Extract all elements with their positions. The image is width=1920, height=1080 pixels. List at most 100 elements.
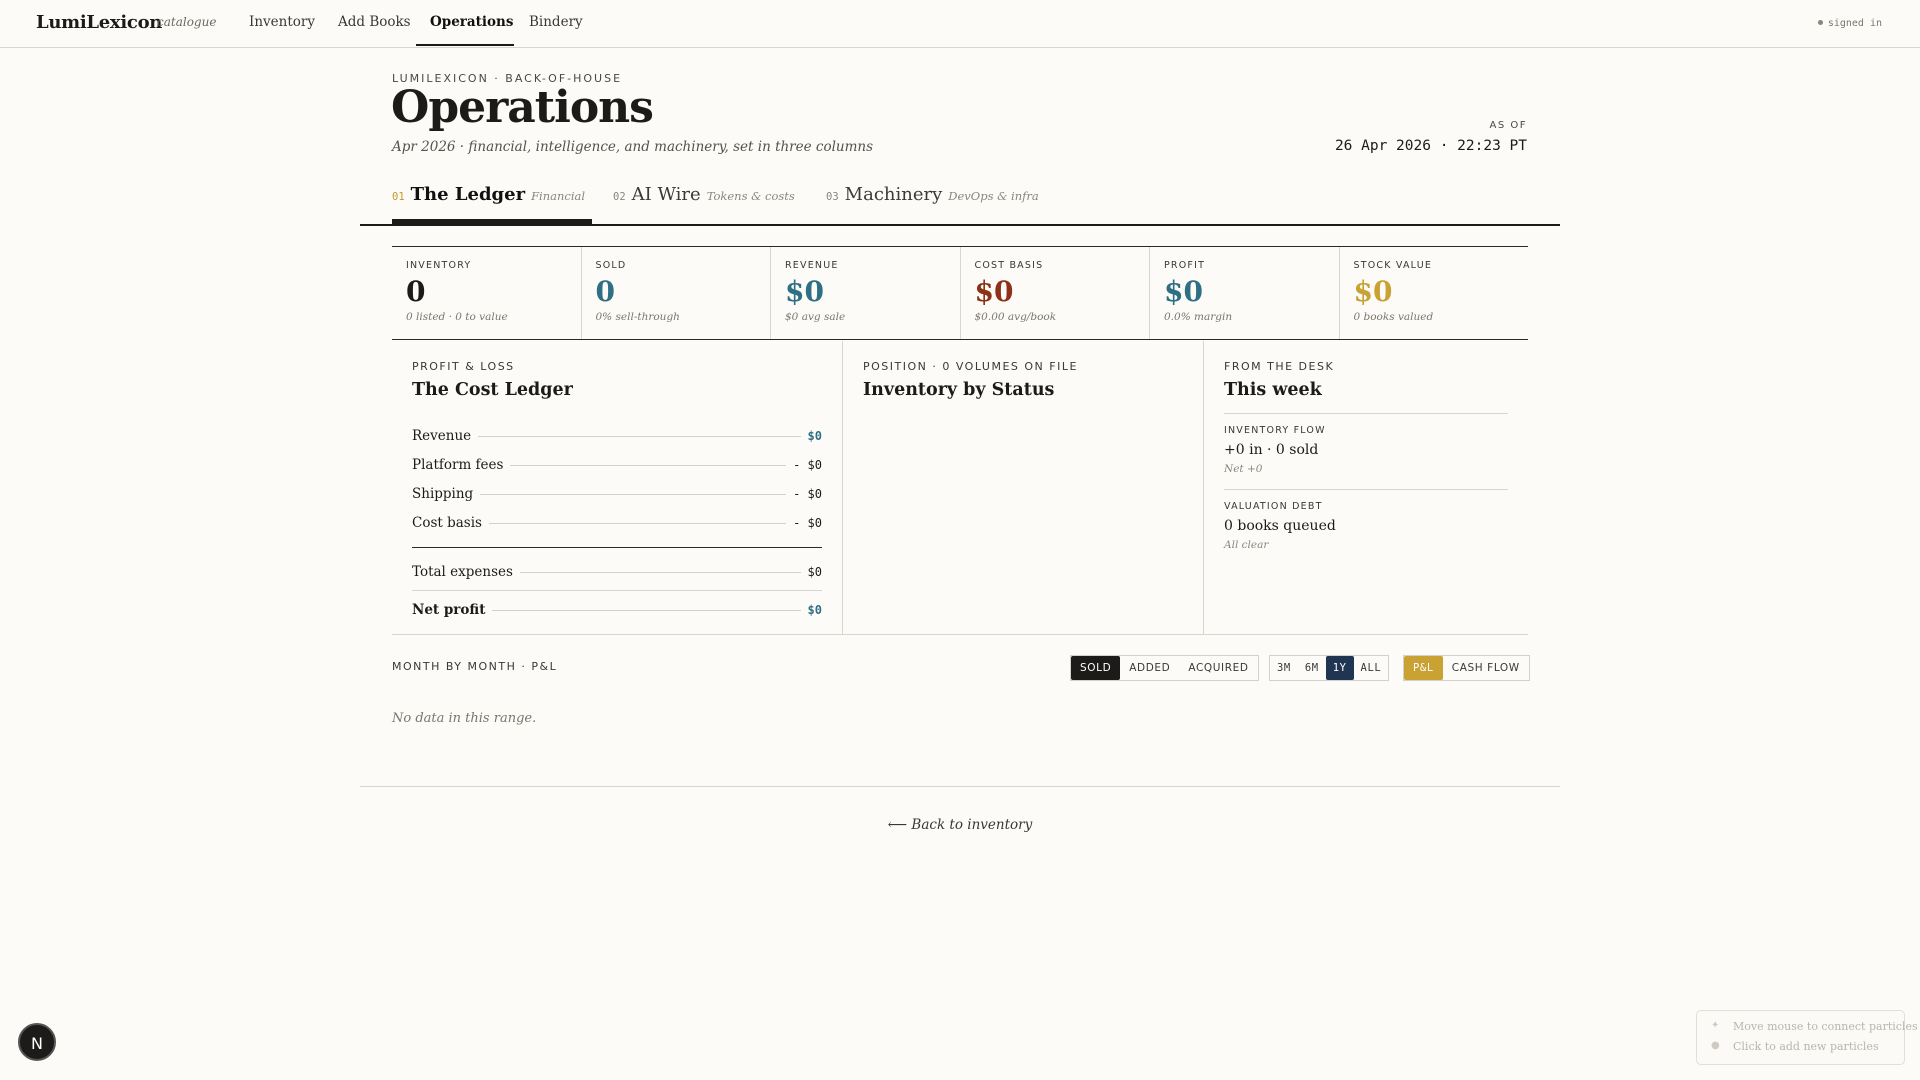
range-option-3m[interactable]: 3M xyxy=(1270,656,1298,680)
ledger-amount: $0 xyxy=(807,564,822,579)
desk-note: All clear xyxy=(1224,539,1269,551)
auth-status-text: signed in xyxy=(1827,18,1882,29)
tab-name: Machinery xyxy=(844,184,943,205)
as-of-timestamp: 26 Apr 2026 · 22:23 PT xyxy=(1334,138,1527,154)
stat-label: INVENTORY xyxy=(406,260,472,271)
ledger-row-revenue: Revenue $0 xyxy=(412,421,822,450)
tab-ai-wire[interactable]: 02 AI Wire Tokens & costs xyxy=(613,184,795,205)
nav-link-add-books[interactable]: Add Books xyxy=(338,14,411,30)
ledger-label: Shipping xyxy=(412,485,474,502)
leader-line xyxy=(488,523,787,524)
panels-row: PROFIT & LOSS The Cost Ledger Revenue $0 … xyxy=(392,341,1528,635)
stat-label: STOCK VALUE xyxy=(1353,260,1433,271)
stat-value: $0 xyxy=(1164,275,1203,308)
position-eyebrow: POSITION · 0 VOLUMES ON FILE xyxy=(863,360,1078,373)
brand-subtitle: catalogue xyxy=(157,15,217,29)
ledger-label: Total expenses xyxy=(412,563,513,580)
ledger-row-shipping: Shipping - $0 xyxy=(412,479,822,508)
tab-number: 03 xyxy=(826,191,839,203)
stat-inventory: INVENTORY 0 0 listed · 0 to value xyxy=(392,247,581,339)
pnl-panel: PROFIT & LOSS The Cost Ledger Revenue $0 … xyxy=(392,341,843,634)
desk-label: INVENTORY FLOW xyxy=(1224,425,1326,436)
desk-label: VALUATION DEBT xyxy=(1224,501,1323,512)
stat-value: $0 xyxy=(1353,275,1393,308)
stat-label: SOLD xyxy=(595,260,627,271)
view-option-pnl[interactable]: P&L xyxy=(1404,656,1443,680)
top-nav: LumiLexicon catalogue Inventory Add Book… xyxy=(0,0,1920,48)
stat-note: 0 listed · 0 to value xyxy=(406,311,508,323)
stat-note: 0 books valued xyxy=(1353,311,1434,323)
stat-label: COST BASIS xyxy=(974,260,1044,271)
nav-link-operations[interactable]: Operations xyxy=(430,14,513,30)
leader-line xyxy=(478,436,801,437)
desk-panel: FROM THE DESK This week INVENTORY FLOW +… xyxy=(1204,341,1528,634)
leader-line xyxy=(480,494,787,495)
stat-note: $0.00 avg/book xyxy=(974,311,1057,323)
range-option-6m[interactable]: 6M xyxy=(1298,656,1326,680)
stat-profit: PROFIT $0 0.0% margin xyxy=(1149,247,1339,339)
desk-note: Net +0 xyxy=(1224,463,1263,475)
n-avatar-button[interactable]: N xyxy=(18,1023,56,1061)
leader-line xyxy=(510,465,787,466)
tab-name: The Ledger xyxy=(410,184,526,205)
tab-divider xyxy=(360,224,1560,226)
view-option-cash-flow[interactable]: CASH FLOW xyxy=(1443,656,1529,680)
sparkle-icon: ✦ xyxy=(1711,1020,1720,1031)
pnl-eyebrow: PROFIT & LOSS xyxy=(412,360,515,373)
stat-value: 0 xyxy=(595,275,615,308)
leader-line xyxy=(492,610,801,611)
auth-status: signed in xyxy=(1817,18,1882,29)
brand-logo[interactable]: LumiLexicon xyxy=(36,12,162,33)
metric-toggle: SOLD ADDED ACQUIRED xyxy=(1070,655,1259,681)
pnl-title: The Cost Ledger xyxy=(412,380,573,400)
nav-link-bindery[interactable]: Bindery xyxy=(529,14,583,30)
metric-option-acquired[interactable]: ACQUIRED xyxy=(1179,656,1257,680)
tab-number: 01 xyxy=(392,191,405,203)
page-title: Operations xyxy=(391,82,654,133)
stat-revenue: REVENUE $0 $0 avg sale xyxy=(770,247,960,339)
range-toggle: 3M 6M 1Y ALL xyxy=(1269,655,1390,681)
desk-value: +0 in · 0 sold xyxy=(1224,442,1319,458)
tab-the-ledger[interactable]: 01 The Ledger Financial xyxy=(392,184,585,205)
nav-link-inventory[interactable]: Inventory xyxy=(249,14,315,30)
stat-strip: INVENTORY 0 0 listed · 0 to value SOLD 0… xyxy=(392,246,1528,340)
ledger-label: Revenue xyxy=(412,427,472,444)
as-of-label: AS OF xyxy=(1489,120,1527,131)
stat-value: $0 xyxy=(785,275,824,308)
hint-line-2: Click to add new particles xyxy=(1733,1040,1879,1053)
stat-note: $0 avg sale xyxy=(785,311,846,323)
ledger-amount: - $0 xyxy=(793,457,822,472)
ledger-divider-thin xyxy=(412,590,822,591)
ledger-row-platform-fees: Platform fees - $0 xyxy=(412,450,822,479)
ledger-label: Cost basis xyxy=(412,514,482,531)
tab-description: DevOps & infra xyxy=(948,189,1039,203)
tab-description: Tokens & costs xyxy=(706,189,795,203)
ledger-row-cost-basis: Cost basis - $0 xyxy=(412,508,822,537)
hint-line-1: Move mouse to connect particles xyxy=(1733,1020,1918,1033)
ledger-amount: - $0 xyxy=(793,515,822,530)
tab-description: Financial xyxy=(531,189,586,203)
tab-name: AI Wire xyxy=(631,184,701,205)
status-dot-icon xyxy=(1817,19,1823,25)
nav-active-indicator xyxy=(416,44,514,46)
stat-note: 0.0% margin xyxy=(1164,311,1233,323)
cost-ledger: Revenue $0 Platform fees - $0 Shipping - $0… xyxy=(412,421,822,624)
stat-cost-basis: COST BASIS $0 $0.00 avg/book xyxy=(959,247,1150,339)
back-to-inventory-link[interactable]: ⟵ Back to inventory xyxy=(0,817,1920,833)
range-option-all[interactable]: ALL xyxy=(1354,656,1389,680)
stat-value: 0 xyxy=(406,275,426,308)
ledger-row-total-expenses: Total expenses $0 xyxy=(412,557,822,586)
position-panel: POSITION · 0 VOLUMES ON FILE Inventory b… xyxy=(843,341,1204,634)
tab-machinery[interactable]: 03 Machinery DevOps & infra xyxy=(826,184,1039,205)
ledger-amount: $0 xyxy=(807,602,822,617)
stat-value: $0 xyxy=(974,275,1014,308)
stat-stock-value: STOCK VALUE $0 0 books valued xyxy=(1338,247,1529,339)
leader-line xyxy=(519,572,801,573)
view-toggle: P&L CASH FLOW xyxy=(1403,655,1530,681)
empty-state: No data in this range. xyxy=(392,711,537,726)
desk-title: This week xyxy=(1224,380,1322,400)
range-option-1y[interactable]: 1Y xyxy=(1325,656,1354,680)
particles-hint: ✦ Move mouse to connect particles ● Clic… xyxy=(1696,1010,1918,1065)
metric-option-sold[interactable]: SOLD xyxy=(1071,656,1121,680)
metric-option-added[interactable]: ADDED xyxy=(1120,656,1179,680)
